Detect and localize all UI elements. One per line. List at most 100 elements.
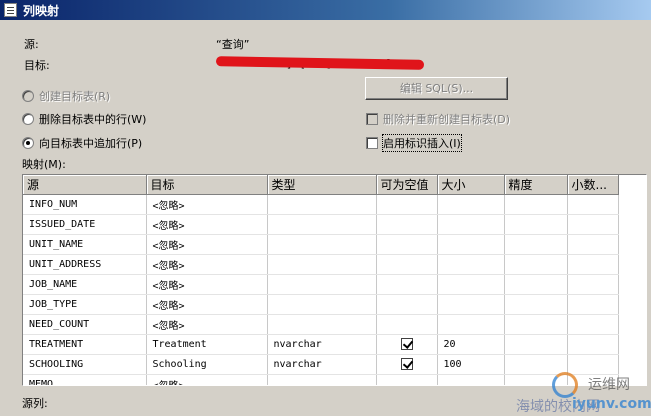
cell-nullable[interactable]	[376, 314, 438, 335]
cell-size[interactable]	[437, 234, 505, 255]
cell-precision[interactable]	[504, 274, 568, 295]
col-header-source[interactable]: 源	[23, 175, 147, 195]
cell-target[interactable]: Treatment	[146, 334, 268, 355]
identity-insert-checkbox[interactable]	[366, 137, 378, 149]
cell-target[interactable]: Schooling	[146, 354, 268, 375]
identity-insert-option[interactable]: 启用标识插入(I)	[366, 134, 462, 152]
delete-rows-label[interactable]: 删除目标表中的行(W)	[39, 111, 146, 127]
nullable-checkbox[interactable]	[400, 358, 413, 370]
nullable-checkbox[interactable]	[400, 338, 413, 350]
col-header-target[interactable]: 目标	[146, 175, 268, 195]
cell-size[interactable]	[437, 294, 505, 315]
cell-type[interactable]	[267, 274, 377, 295]
cell-scale[interactable]	[567, 254, 619, 275]
cell-type[interactable]	[267, 214, 377, 235]
cell-scale[interactable]	[567, 354, 619, 375]
cell-scale[interactable]	[567, 234, 619, 255]
delete-rows-option[interactable]: 删除目标表中的行(W)	[22, 111, 146, 127]
cell-target[interactable]: <忽略>	[146, 194, 268, 215]
cell-size[interactable]	[437, 194, 505, 215]
cell-source[interactable]: ISSUED_DATE	[23, 214, 147, 235]
cell-source[interactable]: TREATMENT	[23, 334, 147, 355]
table-row[interactable]: INFO_NUM <忽略>	[23, 194, 619, 215]
col-header-precision[interactable]: 精度	[504, 175, 568, 195]
table-row[interactable]: JOB_NAME <忽略>	[23, 274, 619, 295]
cell-target[interactable]: <忽略>	[146, 314, 268, 335]
cell-precision[interactable]	[504, 354, 568, 375]
cell-precision[interactable]	[504, 314, 568, 335]
cell-size[interactable]	[437, 274, 505, 295]
cell-scale[interactable]	[567, 274, 619, 295]
cell-source[interactable]: SCHOOLING	[23, 354, 147, 375]
cell-nullable[interactable]	[376, 274, 438, 295]
append-rows-option[interactable]: 向目标表中追加行(P)	[22, 135, 142, 151]
cell-scale[interactable]	[567, 214, 619, 235]
cell-target[interactable]: <忽略>	[146, 214, 268, 235]
drop-recreate-option: 删除并重新创建目标表(D)	[366, 111, 510, 127]
cell-scale[interactable]	[567, 294, 619, 315]
col-header-scale[interactable]: 小数...	[567, 175, 619, 195]
mapping-grid[interactable]: 源 目标 类型 可为空值 大小 精度 小数... INFO_NUM <忽略> ISS…	[22, 174, 647, 386]
cell-target[interactable]: <忽略>	[146, 294, 268, 315]
cell-nullable[interactable]	[376, 194, 438, 215]
cell-nullable[interactable]	[376, 354, 438, 375]
table-row[interactable]: JOB_TYPE <忽略>	[23, 294, 619, 315]
table-row[interactable]: UNIT_ADDRESS <忽略>	[23, 254, 619, 275]
window-title: 列映射	[23, 3, 60, 18]
cell-source[interactable]: UNIT_NAME	[23, 234, 147, 255]
cell-type[interactable]	[267, 314, 377, 335]
cell-size[interactable]	[437, 374, 505, 385]
col-header-size[interactable]: 大小	[437, 175, 505, 195]
identity-insert-label[interactable]: 启用标识插入(I)	[382, 134, 462, 152]
cell-precision[interactable]	[504, 214, 568, 235]
cell-nullable[interactable]	[376, 254, 438, 275]
cell-target[interactable]: <忽略>	[146, 254, 268, 275]
cell-target[interactable]: <忽略>	[146, 234, 268, 255]
cell-source[interactable]: MEMO	[23, 374, 147, 385]
cell-nullable[interactable]	[376, 214, 438, 235]
cell-type[interactable]	[267, 294, 377, 315]
table-row[interactable]: NEED_COUNT <忽略>	[23, 314, 619, 335]
cell-type[interactable]: nvarchar	[267, 334, 377, 355]
cell-scale[interactable]	[567, 334, 619, 355]
mapping-table: 源 目标 类型 可为空值 大小 精度 小数... INFO_NUM <忽略> ISS…	[23, 175, 619, 385]
cell-nullable[interactable]	[376, 374, 438, 385]
col-header-type[interactable]: 类型	[267, 175, 377, 195]
append-rows-radio[interactable]	[22, 137, 34, 149]
cell-source[interactable]: INFO_NUM	[23, 194, 147, 215]
cell-nullable[interactable]	[376, 234, 438, 255]
title-bar: 列映射	[0, 0, 651, 20]
cell-scale[interactable]	[567, 314, 619, 335]
cell-source[interactable]: NEED_COUNT	[23, 314, 147, 335]
col-header-nullable[interactable]: 可为空值	[376, 175, 438, 195]
cell-precision[interactable]	[504, 294, 568, 315]
cell-type[interactable]: nvarchar	[267, 354, 377, 375]
cell-size[interactable]	[437, 254, 505, 275]
cell-nullable[interactable]	[376, 294, 438, 315]
delete-rows-radio[interactable]	[22, 113, 34, 125]
cell-precision[interactable]	[504, 234, 568, 255]
cell-size[interactable]	[437, 214, 505, 235]
cell-source[interactable]: JOB_TYPE	[23, 294, 147, 315]
table-row[interactable]: ISSUED_DATE <忽略>	[23, 214, 619, 235]
table-row[interactable]: SCHOOLING Schooling nvarchar 100	[23, 354, 619, 375]
cell-size[interactable]: 20	[437, 334, 505, 355]
cell-source[interactable]: UNIT_ADDRESS	[23, 254, 147, 275]
cell-precision[interactable]	[504, 254, 568, 275]
table-row[interactable]: TREATMENT Treatment nvarchar 20	[23, 334, 619, 355]
cell-source[interactable]: JOB_NAME	[23, 274, 147, 295]
table-row[interactable]: UNIT_NAME <忽略>	[23, 234, 619, 255]
cell-scale[interactable]	[567, 194, 619, 215]
cell-target[interactable]: <忽略>	[146, 374, 268, 385]
cell-size[interactable]: 100	[437, 354, 505, 375]
cell-type[interactable]	[267, 374, 377, 385]
cell-precision[interactable]	[504, 194, 568, 215]
cell-size[interactable]	[437, 314, 505, 335]
append-rows-label[interactable]: 向目标表中追加行(P)	[39, 135, 142, 151]
cell-type[interactable]	[267, 194, 377, 215]
cell-type[interactable]	[267, 234, 377, 255]
cell-target[interactable]: <忽略>	[146, 274, 268, 295]
cell-nullable[interactable]	[376, 334, 438, 355]
cell-precision[interactable]	[504, 334, 568, 355]
cell-type[interactable]	[267, 254, 377, 275]
